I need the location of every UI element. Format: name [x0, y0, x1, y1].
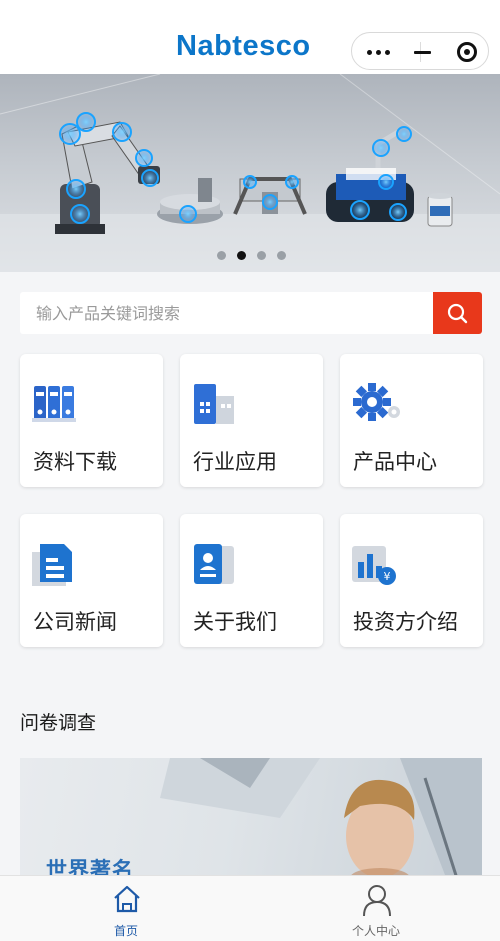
tile-industry-applications[interactable]: 行业应用 [180, 354, 323, 487]
tile-label: 资料下载 [33, 450, 117, 474]
search-button[interactable] [433, 292, 482, 334]
bottom-tab-bar: 首页 个人中心 [0, 875, 500, 941]
binders-icon [32, 382, 76, 430]
search-input[interactable] [20, 292, 432, 334]
tile-investors[interactable]: ¥ 投资方介绍 [340, 514, 483, 647]
menu-capsule [351, 32, 489, 70]
minimize-button[interactable] [404, 33, 444, 71]
carousel-dot-active[interactable] [237, 251, 246, 260]
svg-text:¥: ¥ [384, 570, 391, 583]
mini-program-page: Nabtesco 输入产品关键词搜索 资料下载 行业应用 产品中心 公司新闻 关… [0, 0, 500, 941]
gear-icon [352, 382, 402, 430]
close-miniprogram-button[interactable] [446, 33, 490, 71]
tab-profile[interactable]: 个人中心 [316, 876, 436, 941]
brand-logo: Nabtesco [176, 30, 311, 62]
id-card-icon [192, 542, 236, 592]
more-options-button[interactable] [360, 33, 404, 71]
search-bar [20, 292, 482, 334]
tab-home[interactable]: 首页 [66, 876, 186, 941]
document-icon [32, 542, 76, 592]
tile-downloads[interactable]: 资料下载 [20, 354, 163, 487]
dot-icon [385, 50, 390, 55]
product-can-icon [427, 193, 453, 227]
search-icon [447, 303, 468, 324]
tile-label: 关于我们 [193, 610, 277, 634]
robots-illustration [0, 74, 500, 272]
dot-icon [376, 50, 381, 55]
survey-banner[interactable]: 世界著名 [20, 758, 482, 888]
tile-label: 行业应用 [193, 450, 277, 474]
tile-about-us[interactable]: 关于我们 [180, 514, 323, 647]
tab-home-label: 首页 [113, 924, 138, 938]
tile-company-news[interactable]: 公司新闻 [20, 514, 163, 647]
carousel-dot[interactable] [217, 251, 226, 260]
tracked-robot-icon [326, 126, 414, 222]
tile-product-center[interactable]: 产品中心 [340, 354, 483, 487]
hero-banner[interactable] [0, 74, 500, 272]
tile-label: 投资方介绍 [353, 610, 458, 634]
carousel-dot[interactable] [257, 251, 266, 260]
user-icon [363, 885, 391, 916]
section-title: 问卷调查 [20, 712, 97, 734]
home-icon [114, 885, 140, 913]
chart-yen-icon: ¥ [352, 542, 398, 592]
building-icon [192, 382, 236, 430]
carousel-dot[interactable] [277, 251, 286, 260]
dot-icon [367, 50, 372, 55]
minus-icon [414, 51, 431, 54]
tab-profile-label: 个人中心 [351, 924, 400, 938]
header-bar: Nabtesco [0, 0, 500, 74]
tile-label: 公司新闻 [33, 610, 117, 634]
tile-label: 产品中心 [353, 450, 437, 474]
